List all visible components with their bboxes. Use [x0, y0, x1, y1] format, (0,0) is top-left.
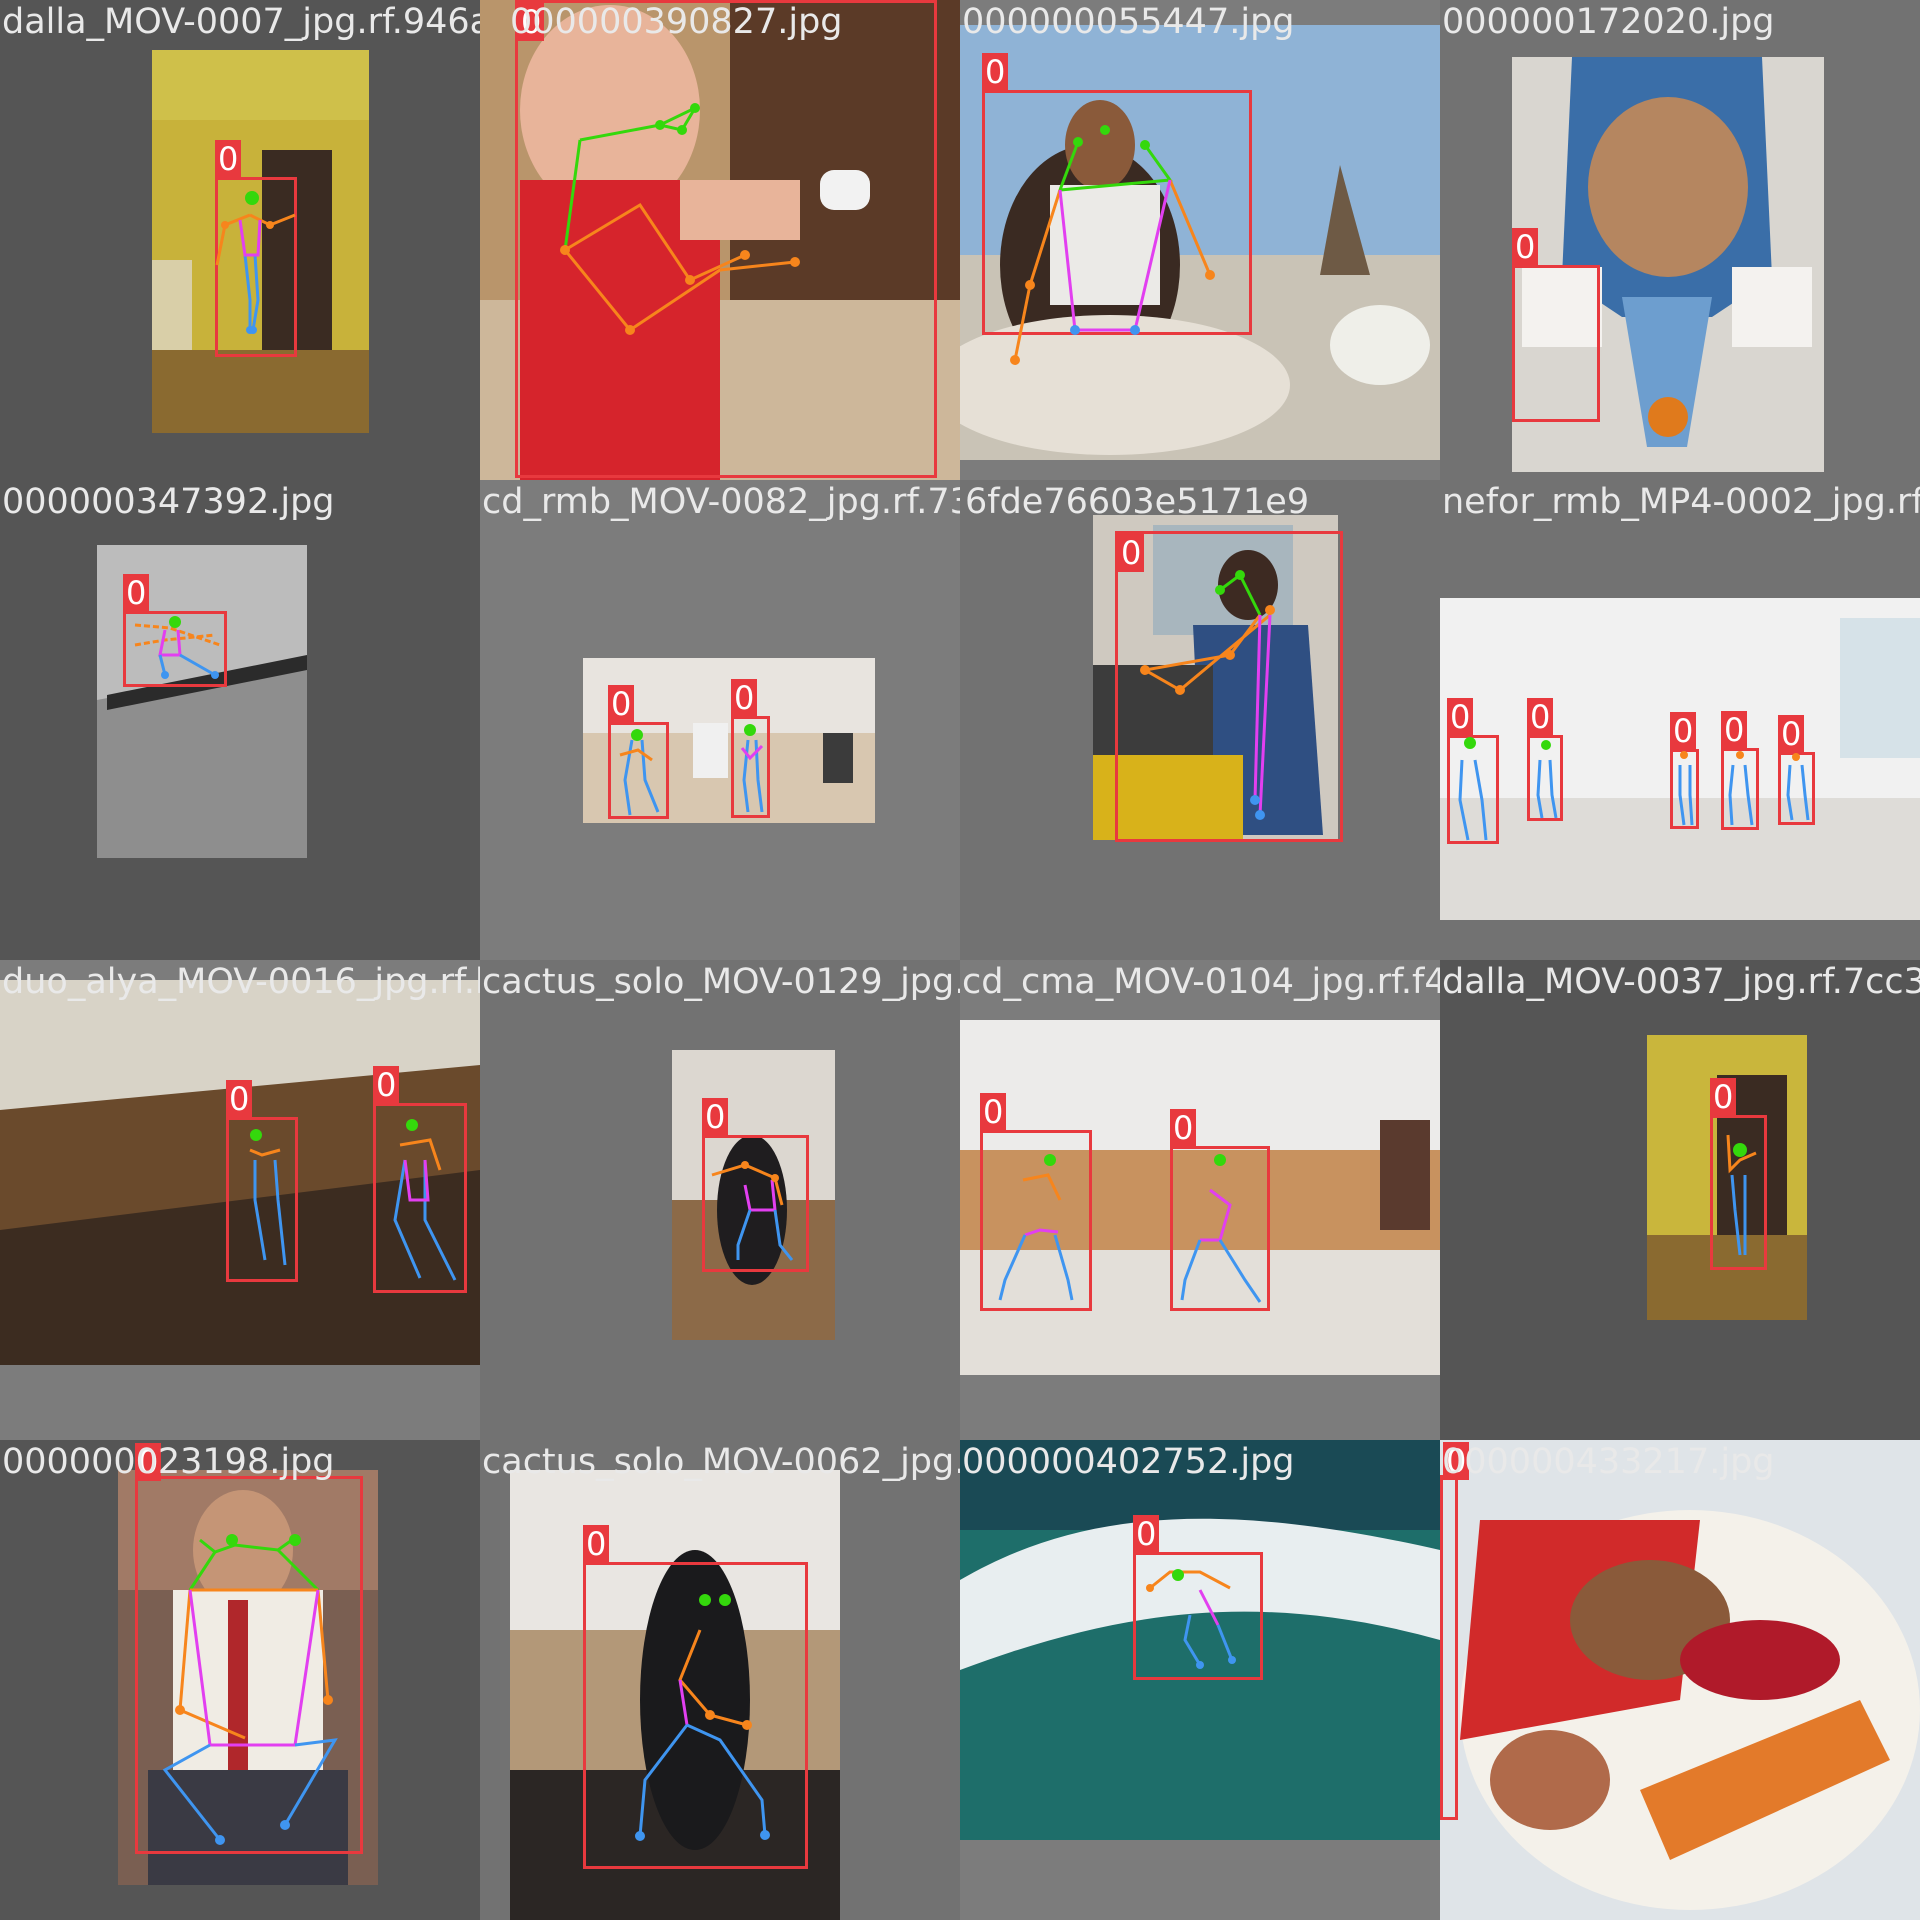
tile-10: 0 cactus_solo_MOV-0129_jpg.rf: [480, 960, 960, 1440]
class-label: 0: [1133, 1515, 1160, 1553]
bounding-box: 0: [583, 1525, 808, 1869]
class-label: 0: [373, 1066, 400, 1104]
image-filename: 000000347392.jpg: [2, 482, 335, 522]
bounding-box: 0: [702, 1098, 809, 1272]
tile-16: 0 000000433217.jpg: [1440, 1440, 1920, 1920]
bounding-box: 0: [1115, 531, 1343, 842]
bounding-box: 0: [135, 1443, 363, 1854]
class-label: 0: [1527, 698, 1554, 736]
food-platter-photo: [1440, 1440, 1920, 1920]
class-label: 0: [731, 679, 758, 717]
class-label: 0: [608, 685, 635, 723]
bounding-box: 0: [1670, 712, 1699, 829]
bounding-box: 0: [608, 685, 669, 819]
tile-15: 0 000000402752.jpg: [960, 1440, 1440, 1920]
class-label: 0: [583, 1525, 610, 1563]
tile-5: 0 000000347392.jpg: [0, 480, 480, 960]
bounding-box: 0: [731, 679, 770, 818]
tile-11: 0 0 cd_cma_MOV-0104_jpg.rf.f4: [960, 960, 1440, 1440]
class-label: 0: [226, 1080, 253, 1118]
class-label: 0: [1512, 228, 1539, 266]
image-filename: 000000172020.jpg: [1442, 2, 1775, 42]
bounding-box: 0: [1721, 711, 1759, 830]
class-label: 0: [1170, 1109, 1197, 1147]
tile-12: 0 dalla_MOV-0037_jpg.rf.7cc3: [1440, 960, 1920, 1440]
photo: [1440, 1440, 1920, 1920]
tile-13: 0 000000023198.jpg: [0, 1440, 480, 1920]
class-label: 0: [1447, 698, 1474, 736]
image-filename: cactus_solo_MOV-0129_jpg.rf: [482, 962, 960, 1002]
tile-2: 0 000000390827.jpg: [480, 0, 960, 480]
image-filename: cd_rmb_MOV-0082_jpg.rf.73: [482, 482, 960, 522]
class-label: 0: [1721, 711, 1748, 749]
class-label: 0: [982, 53, 1009, 91]
bounding-box: 0: [1778, 715, 1815, 825]
image-filename: nefor_rmb_MP4-0002_jpg.rf: [1442, 482, 1920, 522]
tile-9: 0 0 duo_alya_MOV-0016_jpg.rf.b: [0, 960, 480, 1440]
class-label: 0: [135, 1443, 162, 1481]
tile-7: 0 6fde76603e5171e9: [960, 480, 1440, 960]
image-filename: dalla_MOV-0037_jpg.rf.7cc3: [1442, 962, 1920, 1002]
bounding-box: 0: [373, 1066, 467, 1293]
class-label: 0: [1443, 1442, 1470, 1480]
tile-4: 0 000000172020.jpg: [1440, 0, 1920, 480]
image-filename: dalla_MOV-0007_jpg.rf.946a: [2, 2, 480, 42]
class-label: 0: [1778, 715, 1805, 753]
class-label: 0: [702, 1098, 729, 1136]
class-label: 0: [1118, 534, 1145, 572]
bounding-box: 0: [1170, 1109, 1270, 1311]
image-filename: cd_cma_MOV-0104_jpg.rf.f4: [962, 962, 1440, 1002]
bounding-box: 0: [123, 574, 227, 687]
class-label: 0: [1710, 1078, 1737, 1116]
bounding-box: 0: [515, 0, 937, 478]
class-label: 0: [123, 574, 150, 612]
bounding-box: 0: [1512, 228, 1600, 422]
tile-8: 0 0 0 0 0 nefor_rmb_MP4-0002_jpg.rf: [1440, 480, 1920, 960]
bounding-box: 0: [1133, 1515, 1263, 1680]
tile-3: 0 000000055447.jpg: [960, 0, 1440, 480]
mosaic-grid: 0 dalla_MOV-0007_jpg.rf.946a 0 000000390…: [0, 0, 1920, 1920]
tile-6: 0 0 cd_rmb_MOV-0082_jpg.rf.73: [480, 480, 960, 960]
bounding-box: 0: [1527, 698, 1563, 821]
tile-1: 0 dalla_MOV-0007_jpg.rf.946a: [0, 0, 480, 480]
class-label: 0: [518, 3, 545, 41]
bounding-box: 0: [980, 1093, 1092, 1311]
bounding-box: 0: [982, 53, 1252, 335]
class-label: 0: [215, 140, 242, 178]
bounding-box: 0: [1440, 1442, 1470, 1820]
bounding-box: 0: [215, 140, 297, 357]
class-label: 0: [980, 1093, 1007, 1131]
class-label: 0: [1670, 712, 1697, 750]
tile-14: 0 cactus_solo_MOV-0062_jpg.rf: [480, 1440, 960, 1920]
bounding-box: 0: [1447, 698, 1499, 844]
bounding-box: 0: [226, 1080, 298, 1282]
bounding-box: 0: [1710, 1078, 1767, 1270]
